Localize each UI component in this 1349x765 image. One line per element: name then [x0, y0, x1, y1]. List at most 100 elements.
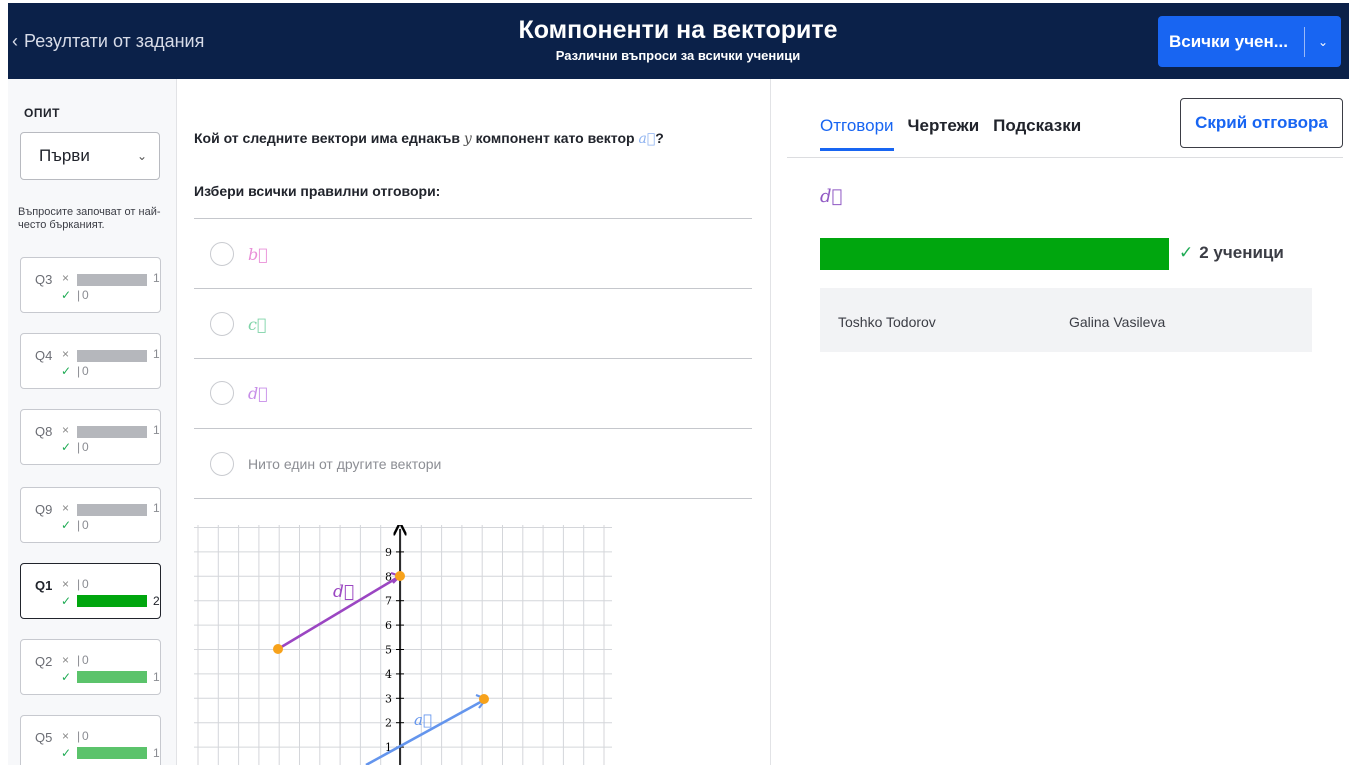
- question-text-after: ?: [655, 130, 664, 146]
- wrong-divider: |: [77, 729, 81, 743]
- right-divider: |: [77, 440, 81, 454]
- tab-drawings[interactable]: Чертежи: [908, 116, 980, 151]
- question-prompt: Кой от следните вектори има еднакъв y ко…: [194, 130, 664, 147]
- divider: [194, 428, 752, 429]
- student-name[interactable]: Galina Vasileva: [1069, 314, 1165, 330]
- check-icon: ✓: [1179, 243, 1194, 262]
- question-card-q8[interactable]: Q8 × ✓ 1 | 0: [20, 409, 161, 465]
- wrong-count-bar: [77, 350, 147, 362]
- right-divider: |: [77, 518, 81, 532]
- right-count: 2: [153, 594, 160, 608]
- top-header: ‹ Резултати от задания Компоненти на век…: [8, 3, 1349, 79]
- choice-b[interactable]: b⃗: [210, 242, 268, 266]
- coordinate-graph: 123456789 d⃗ a⃗: [194, 525, 612, 765]
- y-tick-label: 7: [385, 595, 392, 608]
- check-icon: ✓: [61, 518, 72, 532]
- panel-divider: [770, 79, 771, 765]
- question-card-q4[interactable]: Q4 × ✓ 1 | 0: [20, 333, 161, 389]
- radio-button[interactable]: [210, 312, 234, 336]
- x-icon: ×: [62, 271, 70, 285]
- wrong-count-bar: [77, 274, 147, 286]
- vector-a-line: [365, 697, 487, 765]
- question-id: Q1: [35, 578, 53, 593]
- vector-a-label: a⃗: [414, 711, 432, 729]
- student-name[interactable]: Toshko Todorov: [838, 314, 936, 330]
- right-divider: |: [77, 288, 81, 302]
- choice-d[interactable]: d⃗: [210, 381, 268, 405]
- reference-vector: a⃗: [638, 131, 656, 147]
- right-count: 0: [82, 364, 89, 378]
- question-card-q1[interactable]: Q1 × ✓ | 0 2: [20, 563, 161, 619]
- question-id: Q5: [35, 730, 53, 745]
- wrong-count: 1: [153, 271, 160, 285]
- component-variable: y: [463, 131, 472, 147]
- divider: [194, 498, 752, 499]
- chevron-down-icon: ⌄: [136, 149, 147, 163]
- vector-d-end-point[interactable]: [395, 571, 405, 581]
- wrong-divider: |: [77, 577, 81, 591]
- question-card-q3[interactable]: Q3 × ✓ 1 | 0: [20, 257, 161, 313]
- question-card-q9[interactable]: Q9 × ✓ 1 | 0: [20, 487, 161, 543]
- choice-c[interactable]: c⃗: [210, 312, 267, 336]
- x-icon: ×: [62, 729, 70, 743]
- question-id: Q8: [35, 424, 53, 439]
- students-list: Toshko Todorov Galina Vasileva: [820, 288, 1312, 352]
- wrong-count-bar: [77, 426, 147, 438]
- x-icon: ×: [62, 423, 70, 437]
- x-icon: ×: [62, 501, 70, 515]
- question-card-q5[interactable]: Q5 × ✓ | 0 1: [20, 715, 161, 765]
- y-tick-label: 3: [385, 692, 392, 705]
- y-tick-label: 2: [385, 717, 392, 730]
- check-icon: ✓: [61, 364, 72, 378]
- question-text-middle: компонент като вектор: [471, 130, 639, 146]
- tab-hints[interactable]: Подсказки: [993, 116, 1081, 151]
- page-title: Компоненти на векторите: [518, 16, 838, 44]
- y-tick-label: 5: [385, 644, 392, 657]
- right-count: 1: [153, 670, 160, 684]
- back-link-label: Резултати от задания: [24, 31, 205, 51]
- check-icon: ✓: [61, 670, 72, 684]
- wrong-count: 1: [153, 347, 160, 361]
- right-count-bar: [77, 671, 147, 683]
- question-text-before: Кой от следните вектори има еднакъв: [194, 130, 464, 146]
- vector-d-start-point[interactable]: [273, 644, 283, 654]
- question-id: Q2: [35, 654, 53, 669]
- radio-button[interactable]: [210, 452, 234, 476]
- right-divider: |: [77, 364, 81, 378]
- back-to-results-link[interactable]: ‹ Резултати от задания: [12, 31, 204, 52]
- x-icon: ×: [62, 653, 70, 667]
- wrong-divider: |: [77, 653, 81, 667]
- vector-a-end-point[interactable]: [479, 694, 489, 704]
- choice-none[interactable]: Нито един от другите вектори: [210, 452, 441, 476]
- wrong-count: 1: [153, 501, 160, 515]
- answer-progress-bar: [820, 238, 1169, 270]
- question-id: Q4: [35, 348, 53, 363]
- graph-grid: [194, 525, 612, 765]
- hide-answer-button[interactable]: Скрий отговора: [1180, 98, 1343, 148]
- tab-answers[interactable]: Отговори: [820, 116, 894, 151]
- y-tick-label: 4: [385, 668, 392, 681]
- question-id: Q3: [35, 272, 53, 287]
- answer-count-label: 2 ученици: [1199, 243, 1284, 262]
- right-count-bar: [77, 747, 147, 759]
- choice-label: c⃗: [248, 314, 267, 334]
- radio-button[interactable]: [210, 381, 234, 405]
- x-icon: ×: [62, 577, 70, 591]
- vector-d-label: d⃗: [333, 582, 354, 602]
- right-count: 0: [82, 288, 89, 302]
- chevron-down-icon[interactable]: ⌄: [1305, 35, 1341, 49]
- attempt-select[interactable]: Първи ⌄: [20, 132, 160, 180]
- choice-label: b⃗: [248, 244, 268, 264]
- question-card-q2[interactable]: Q2 × ✓ | 0 1: [20, 639, 161, 695]
- check-icon: ✓: [61, 440, 72, 454]
- wrong-count: 0: [82, 577, 89, 591]
- chevron-left-icon: ‹: [12, 31, 18, 51]
- x-icon: ×: [62, 347, 70, 361]
- attempt-label: ОПИТ: [24, 106, 60, 120]
- students-filter-button[interactable]: Всички учен... ⌄: [1158, 16, 1341, 67]
- sort-note: Въпросите започват от най-често бъркания…: [18, 206, 161, 231]
- radio-button[interactable]: [210, 242, 234, 266]
- attempt-select-value: Първи: [39, 146, 90, 165]
- answer-student-count: ✓ 2 ученици: [1179, 243, 1284, 263]
- question-sidebar: ОПИТ Първи ⌄ Въпросите започват от най-ч…: [8, 79, 177, 765]
